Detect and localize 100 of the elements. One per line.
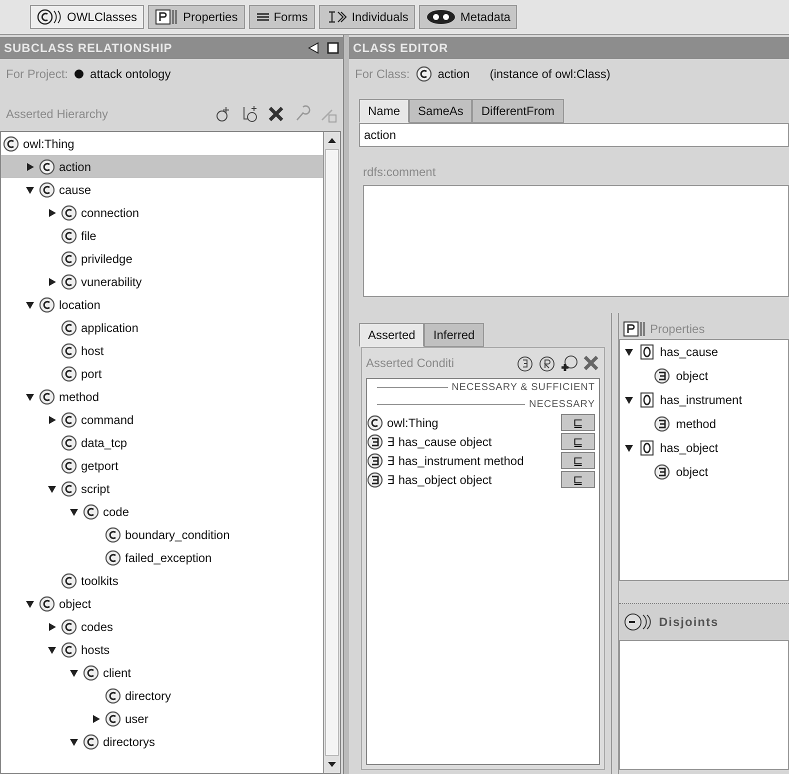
class-icon bbox=[61, 204, 77, 220]
tree-item[interactable]: connection bbox=[1, 201, 323, 224]
tree-item[interactable]: host bbox=[1, 339, 323, 362]
tree-item[interactable]: method bbox=[1, 385, 323, 408]
class-icon bbox=[105, 688, 121, 704]
tree-item[interactable]: codes bbox=[1, 615, 323, 638]
tree-item[interactable]: data_tcp bbox=[1, 431, 323, 454]
collapsed-arrow-icon[interactable] bbox=[91, 714, 101, 724]
condition-row[interactable]: ∃ has_instrument method ⊑ bbox=[367, 451, 599, 470]
class-label: For Class: bbox=[355, 67, 410, 81]
expanded-arrow-icon[interactable] bbox=[25, 598, 35, 608]
delete-icon[interactable] bbox=[267, 105, 285, 123]
app-tab[interactable]: Individuals bbox=[318, 5, 416, 29]
tree-item[interactable]: user bbox=[1, 707, 323, 730]
collapsed-arrow-icon[interactable] bbox=[25, 162, 35, 172]
project-label: For Project: bbox=[6, 67, 68, 81]
tree-item[interactable]: has_instrument bbox=[620, 388, 788, 412]
scrollbar[interactable] bbox=[323, 132, 340, 773]
conditions-tab[interactable]: Inferred bbox=[424, 323, 484, 347]
tree-item[interactable]: boundary_condition bbox=[1, 523, 323, 546]
tree-item[interactable]: code bbox=[1, 500, 323, 523]
class-icon bbox=[61, 480, 77, 496]
collapse-arrow-icon[interactable] bbox=[307, 42, 321, 54]
tree-item[interactable]: object bbox=[620, 364, 788, 388]
object-property-icon bbox=[640, 344, 654, 360]
add-restriction-icon[interactable] bbox=[516, 354, 534, 372]
add-sibling-icon[interactable] bbox=[241, 105, 259, 123]
class-icon bbox=[3, 136, 19, 152]
tree-item[interactable]: getport bbox=[1, 454, 323, 477]
expanded-arrow-icon[interactable] bbox=[69, 736, 79, 746]
condition-row[interactable]: owl:Thing ⊑ bbox=[367, 413, 599, 432]
editor-tab[interactable]: SameAs bbox=[409, 99, 472, 123]
tree-item[interactable]: directorys bbox=[1, 730, 323, 753]
subclass-button[interactable]: ⊑ bbox=[561, 471, 595, 488]
form-icon bbox=[256, 11, 270, 23]
collapsed-arrow-icon[interactable] bbox=[47, 208, 57, 218]
tree-item[interactable]: application bbox=[1, 316, 323, 339]
tree-item[interactable]: client bbox=[1, 661, 323, 684]
tree-item[interactable]: toolkits bbox=[1, 569, 323, 592]
tree-item[interactable]: has_cause bbox=[620, 340, 788, 364]
tree-item[interactable]: vunerability bbox=[1, 270, 323, 293]
class-icon bbox=[37, 9, 63, 25]
app-tab[interactable]: Forms bbox=[248, 5, 315, 29]
tree-item[interactable]: cause bbox=[1, 178, 323, 201]
tree-item[interactable]: directory bbox=[1, 684, 323, 707]
tree-item[interactable]: file bbox=[1, 224, 323, 247]
subclass-button[interactable]: ⊑ bbox=[561, 414, 595, 431]
tree-item[interactable]: port bbox=[1, 362, 323, 385]
add-class-icon[interactable] bbox=[560, 354, 578, 372]
expanded-arrow-icon[interactable] bbox=[47, 484, 57, 494]
tree-item[interactable]: method bbox=[620, 412, 788, 436]
class-icon bbox=[61, 618, 77, 634]
panel-title: SUBCLASS RELATIONSHIP bbox=[4, 41, 174, 55]
tree-item[interactable]: owl:Thing bbox=[1, 132, 323, 155]
condition-row[interactable]: ∃ has_cause object ⊑ bbox=[367, 432, 599, 451]
conditions-tab[interactable]: Asserted bbox=[359, 323, 424, 347]
restriction-icon bbox=[367, 472, 383, 488]
app-tab[interactable]: Properties bbox=[148, 5, 245, 29]
subclass-button[interactable]: ⊑ bbox=[561, 452, 595, 469]
class-icon bbox=[61, 342, 77, 358]
tree-item[interactable]: script bbox=[1, 477, 323, 500]
collapsed-arrow-icon[interactable] bbox=[47, 414, 57, 424]
expanded-arrow-icon[interactable] bbox=[25, 392, 35, 402]
tree-item[interactable]: command bbox=[1, 408, 323, 431]
tree-item[interactable]: object bbox=[1, 592, 323, 615]
comment-field[interactable] bbox=[363, 185, 789, 297]
tree-item[interactable]: hosts bbox=[1, 638, 323, 661]
expanded-arrow-icon[interactable] bbox=[25, 300, 35, 310]
tree-item[interactable]: action bbox=[1, 155, 323, 178]
class-icon bbox=[83, 664, 99, 680]
expanded-arrow-icon[interactable] bbox=[624, 443, 634, 453]
collapsed-arrow-icon[interactable] bbox=[47, 276, 57, 286]
expanded-arrow-icon[interactable] bbox=[69, 668, 79, 678]
app-tab[interactable]: OWLClasses bbox=[30, 5, 144, 29]
editor-tab[interactable]: DifferentFrom bbox=[472, 99, 564, 123]
tree-item[interactable]: has_object bbox=[620, 436, 788, 460]
expanded-arrow-icon[interactable] bbox=[69, 506, 79, 516]
class-icon bbox=[61, 274, 77, 290]
tree-item[interactable]: object bbox=[620, 460, 788, 484]
expanded-arrow-icon[interactable] bbox=[47, 644, 57, 654]
class-icon bbox=[39, 388, 55, 404]
class-icon bbox=[416, 66, 432, 82]
class-icon bbox=[61, 642, 77, 658]
window-icon[interactable] bbox=[327, 42, 339, 54]
expanded-arrow-icon[interactable] bbox=[624, 347, 634, 357]
condition-row[interactable]: ∃ has_object object ⊑ bbox=[367, 470, 599, 489]
tree-item[interactable]: failed_exception bbox=[1, 546, 323, 569]
class-icon bbox=[39, 182, 55, 198]
class-type: (instance of owl:Class) bbox=[490, 67, 610, 81]
app-tab[interactable]: Metadata bbox=[419, 5, 518, 29]
expanded-arrow-icon[interactable] bbox=[624, 395, 634, 405]
collapsed-arrow-icon[interactable] bbox=[47, 622, 57, 632]
tree-item[interactable]: priviledge bbox=[1, 247, 323, 270]
expanded-arrow-icon[interactable] bbox=[25, 184, 35, 194]
subclass-button[interactable]: ⊑ bbox=[561, 433, 595, 450]
name-field[interactable]: action bbox=[359, 123, 789, 147]
delete-icon[interactable] bbox=[582, 354, 600, 372]
editor-tab[interactable]: Name bbox=[359, 99, 410, 123]
class-icon bbox=[61, 228, 77, 244]
tree-item[interactable]: location bbox=[1, 293, 323, 316]
